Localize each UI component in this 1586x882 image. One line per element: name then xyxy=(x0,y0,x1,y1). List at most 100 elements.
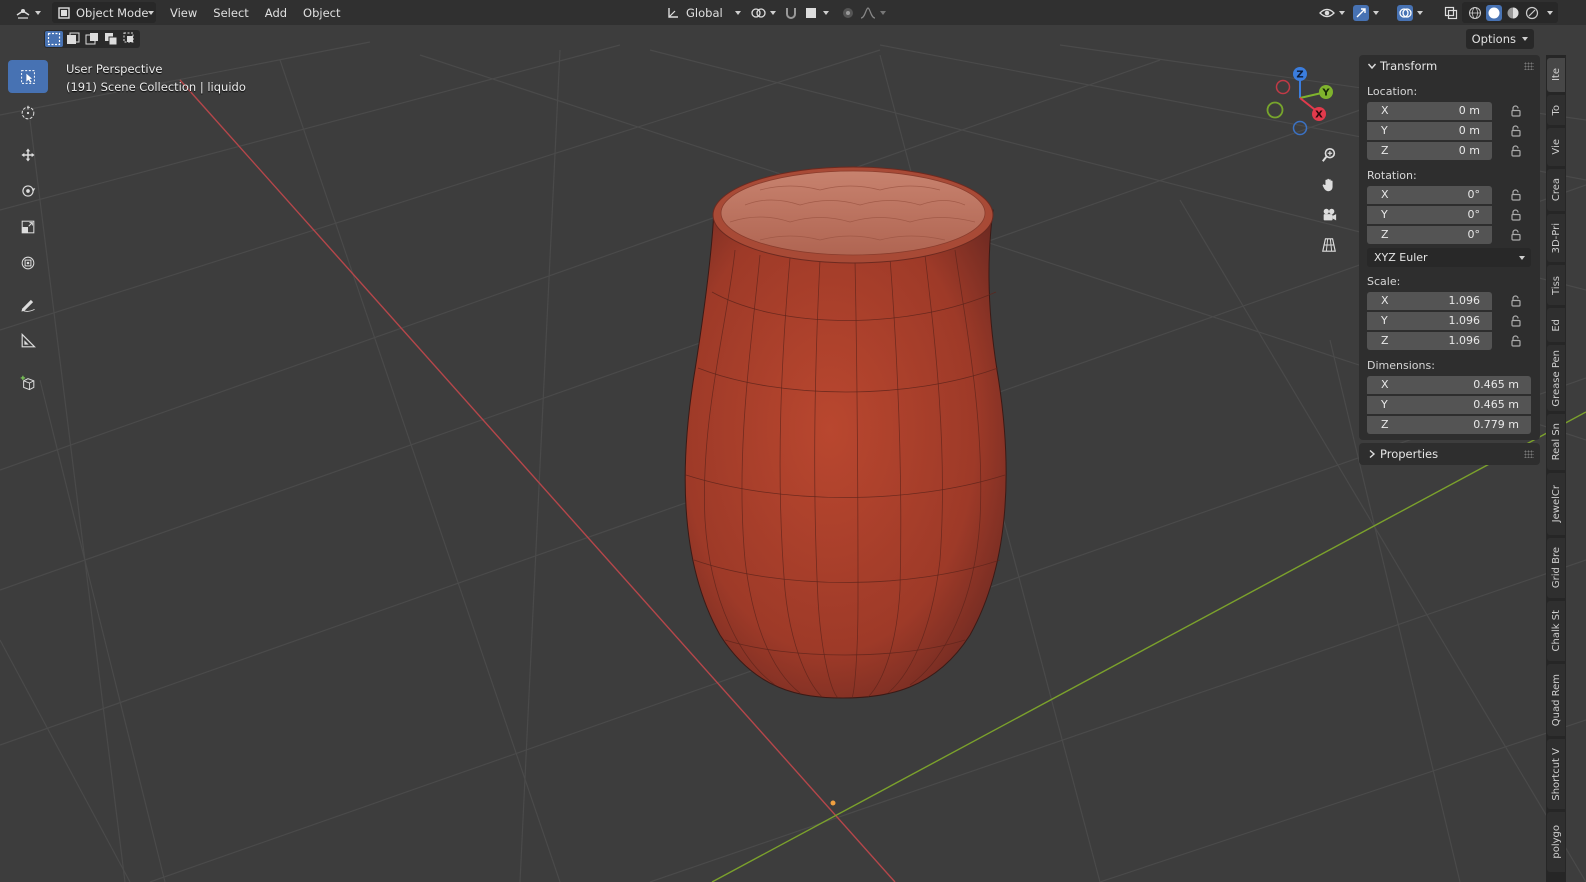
viewport-3d[interactable] xyxy=(0,0,1586,882)
lock-icon[interactable] xyxy=(1508,333,1524,349)
object-visibility-button[interactable] xyxy=(1314,2,1350,23)
lock-icon[interactable] xyxy=(1508,207,1524,223)
annotate-tool[interactable] xyxy=(8,288,48,321)
mode-label: Object Mode xyxy=(76,5,149,20)
menu-object[interactable]: Object xyxy=(295,2,348,23)
move-icon xyxy=(20,147,36,163)
material-preview-icon[interactable] xyxy=(1505,5,1521,21)
scale-z-field[interactable]: Z 1.096 xyxy=(1367,331,1492,350)
gizmo-neg-z-icon[interactable] xyxy=(1292,120,1308,136)
snap-toggle[interactable] xyxy=(778,2,834,23)
tab-grease-pencil[interactable]: Grease Pen xyxy=(1547,345,1565,411)
rotation-x-field[interactable]: X 0° xyxy=(1367,185,1492,204)
editor-type-button[interactable] xyxy=(10,2,46,23)
rotate-icon xyxy=(20,183,36,199)
measure-tool[interactable] xyxy=(8,324,48,357)
scale-x-field[interactable]: X 1.096 xyxy=(1367,291,1492,310)
tab-tissue[interactable]: Tiss xyxy=(1547,265,1565,305)
gizmo-neg-y-icon[interactable] xyxy=(1266,101,1284,119)
gizmo-toggle[interactable] xyxy=(1348,2,1384,23)
perspective-grid-icon xyxy=(1321,237,1337,253)
tab-jewelcraft[interactable]: JewelCr xyxy=(1547,473,1565,535)
rotation-mode-dropdown[interactable]: XYZ Euler xyxy=(1367,248,1531,267)
lock-icon[interactable] xyxy=(1508,187,1524,203)
options-dropdown[interactable]: Options xyxy=(1465,29,1534,49)
editor-type-icon xyxy=(15,5,31,21)
wireframe-shading-icon[interactable] xyxy=(1467,5,1483,21)
lock-icon[interactable] xyxy=(1508,143,1524,159)
pivot-point-button[interactable] xyxy=(745,2,781,23)
rotation-y-field[interactable]: Y 0° xyxy=(1367,205,1492,224)
hand-pan-icon xyxy=(1321,177,1337,193)
drag-grip-icon[interactable] xyxy=(1524,450,1534,458)
transform-orientation[interactable]: Global xyxy=(660,2,746,23)
menu-view[interactable]: View xyxy=(162,2,205,23)
location-y-field[interactable]: Y0 m xyxy=(1367,121,1492,140)
origin-point xyxy=(830,800,836,806)
snap-increment-icon xyxy=(803,5,819,21)
tab-tool[interactable]: To xyxy=(1547,95,1565,125)
projection-toggle-button[interactable] xyxy=(1316,232,1342,258)
properties-panel-header[interactable]: Properties xyxy=(1359,443,1540,465)
gizmo-neg-x-icon[interactable] xyxy=(1275,79,1291,95)
lock-icon[interactable] xyxy=(1508,313,1524,329)
lock-icon[interactable] xyxy=(1508,293,1524,309)
proportional-editing[interactable] xyxy=(835,2,891,23)
cursor-tool[interactable] xyxy=(8,96,48,129)
tab-item[interactable]: Ite xyxy=(1547,58,1565,92)
add-cube-tool[interactable] xyxy=(8,366,48,399)
tab-grid-bridge[interactable]: Grid Bre xyxy=(1547,538,1565,598)
dimensions-z-field[interactable]: Z 0.779 m xyxy=(1367,415,1531,434)
pan-button[interactable] xyxy=(1316,172,1342,198)
scale-tool[interactable] xyxy=(8,210,48,243)
tab-view[interactable]: Vie xyxy=(1547,128,1565,166)
location-label: Location: xyxy=(1367,85,1418,98)
tab-quad-remesher[interactable]: Quad Rem xyxy=(1547,664,1565,736)
select-new-icon[interactable] xyxy=(45,31,63,47)
pivot-icon xyxy=(750,5,766,21)
dimensions-x-field[interactable]: X 0.465 m xyxy=(1367,375,1531,394)
tab-real-snow[interactable]: Real Sn xyxy=(1547,414,1565,470)
menu-add[interactable]: Add xyxy=(257,2,295,23)
location-x-field[interactable]: X0 m xyxy=(1367,101,1492,120)
tab-3d-print[interactable]: 3D-Pri xyxy=(1547,214,1565,262)
dimensions-y-field[interactable]: Y 0.465 m xyxy=(1367,395,1531,414)
lock-icon[interactable] xyxy=(1508,123,1524,139)
select-box-tool[interactable] xyxy=(8,60,48,93)
camera-view-button[interactable] xyxy=(1316,202,1342,228)
tab-create[interactable]: Crea xyxy=(1547,169,1565,211)
tab-edit[interactable]: Ed xyxy=(1547,308,1565,342)
overlays-toggle[interactable] xyxy=(1392,2,1428,23)
lock-icon[interactable] xyxy=(1508,103,1524,119)
transform-tool[interactable] xyxy=(8,246,48,279)
rotate-tool[interactable] xyxy=(8,174,48,207)
scale-y-field[interactable]: Y 1.096 xyxy=(1367,311,1492,330)
drag-grip-icon[interactable] xyxy=(1524,62,1534,70)
select-intersect-icon[interactable] xyxy=(121,31,139,47)
rendered-shading-icon[interactable] xyxy=(1524,5,1540,21)
transform-panel-header[interactable]: Transform xyxy=(1359,55,1540,77)
tab-chalk-style[interactable]: Chalk St xyxy=(1547,601,1565,661)
solid-shading-icon[interactable] xyxy=(1486,4,1502,21)
rotation-z-field[interactable]: Z 0° xyxy=(1367,225,1492,244)
menu-select[interactable]: Select xyxy=(205,2,256,23)
selection-mode-group xyxy=(44,30,140,48)
object-liquido[interactable] xyxy=(684,166,1007,699)
tab-shortcut-viewer[interactable]: Shortcut V xyxy=(1547,739,1565,809)
magnet-icon xyxy=(783,5,799,21)
xray-toggle[interactable] xyxy=(1438,2,1464,23)
select-difference-icon[interactable] xyxy=(102,31,120,47)
tool-settings-bar: Options xyxy=(0,25,1586,52)
lock-icon[interactable] xyxy=(1508,227,1524,243)
select-subtract-icon[interactable] xyxy=(83,31,101,47)
dimensions-label: Dimensions: xyxy=(1367,359,1435,372)
zoom-button[interactable] xyxy=(1316,142,1342,168)
collection-info-label: (191) Scene Collection | liquido xyxy=(66,80,246,94)
location-z-field[interactable]: Z0 m xyxy=(1367,141,1492,160)
rotation-mode-label: XYZ Euler xyxy=(1374,251,1428,264)
move-tool[interactable] xyxy=(8,138,48,171)
mode-selector[interactable]: Object Mode xyxy=(52,2,156,23)
tab-polygon[interactable]: polygo xyxy=(1547,812,1565,872)
navigation-gizmo[interactable]: Z Y X xyxy=(1262,62,1342,142)
select-extend-icon[interactable] xyxy=(64,31,82,47)
